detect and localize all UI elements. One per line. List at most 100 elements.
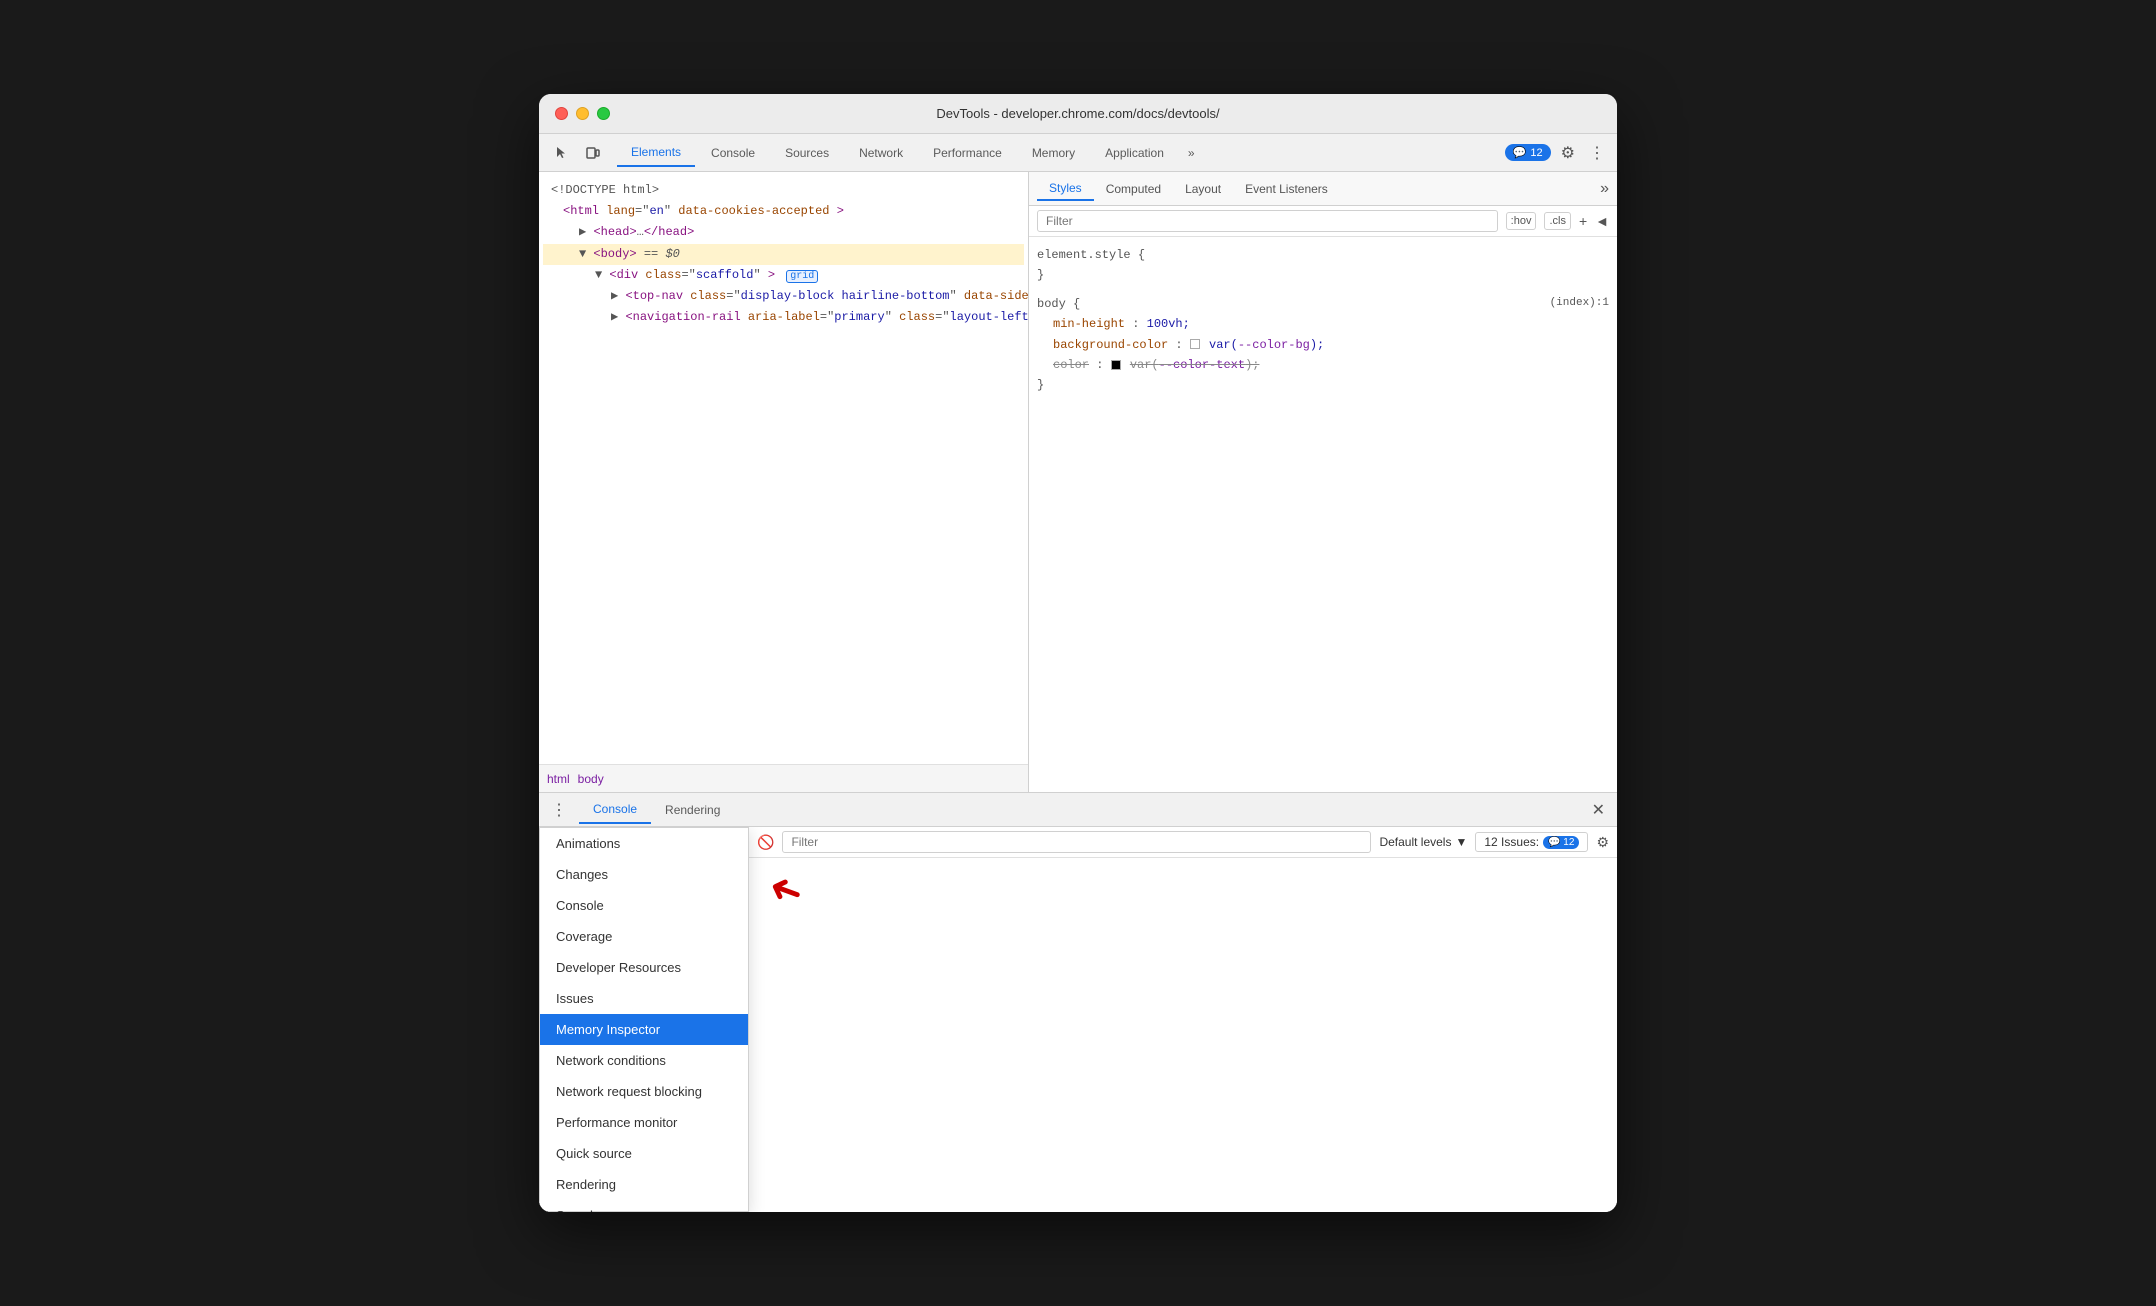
minimize-button[interactable] [576,107,589,120]
console-toolbar: 🚫 Default levels ▼ 12 Issues: 💬 12 ⚙ [749,827,1617,858]
main-content: <!DOCTYPE html> <html lang="en" data-coo… [539,172,1617,792]
color-swatch[interactable] [1111,360,1121,370]
style-prop-color[interactable]: color : var(--color-text); [1053,355,1609,375]
title-bar: DevTools - developer.chrome.com/docs/dev… [539,94,1617,134]
close-bottom-panel-button[interactable]: ✕ [1588,796,1609,824]
styles-panel: Styles Computed Layout Event Listeners »… [1029,172,1617,792]
styles-filter-input[interactable] [1037,210,1498,232]
tab-elements[interactable]: Elements [617,139,695,167]
tab-event-listeners[interactable]: Event Listeners [1233,178,1340,200]
more-tabs-button[interactable]: » [1180,140,1203,166]
breadcrumb-html[interactable]: html [547,772,570,786]
styles-more-tabs-icon[interactable]: » [1600,180,1609,198]
menu-item-search[interactable]: Search [540,1200,748,1212]
style-rule-element: element.style { } [1037,245,1609,286]
dom-tree: <!DOCTYPE html> <html lang="en" data-coo… [539,172,1028,764]
devtools-window: DevTools - developer.chrome.com/docs/dev… [539,94,1617,1212]
tab-sources[interactable]: Sources [771,140,843,166]
dom-panel: <!DOCTYPE html> <html lang="en" data-coo… [539,172,1029,792]
close-button[interactable] [555,107,568,120]
menu-item-issues[interactable]: Issues [540,983,748,1014]
levels-chevron-icon: ▼ [1455,835,1467,849]
breadcrumb-body[interactable]: body [578,772,604,786]
levels-label: Default levels [1379,835,1451,849]
bottom-tab-bar: ⋮ Console Rendering ✕ [539,793,1617,827]
console-filter-input[interactable] [782,831,1371,853]
add-style-button[interactable]: + [1579,213,1587,229]
top-right-actions: 💬 12 ⚙ ⋮ [1505,139,1609,167]
styles-toolbar: :hov .cls + ◄ [1029,206,1617,237]
dom-line-div[interactable]: ▼ <div class="scaffold" > grid [543,265,1024,286]
tab-layout[interactable]: Layout [1173,178,1233,200]
console-clear-icon[interactable]: 🚫 [757,834,774,851]
tab-performance[interactable]: Performance [919,140,1016,166]
cursor-icon[interactable] [547,139,575,167]
dom-line-nav[interactable]: ▶ <navigation-rail aria-label="primary" … [543,307,1024,328]
menu-item-animations[interactable]: Animations [540,828,748,859]
maximize-button[interactable] [597,107,610,120]
body-selector: body { [1037,294,1080,314]
default-levels-button[interactable]: Default levels ▼ [1379,835,1467,849]
tab-network[interactable]: Network [845,140,917,166]
menu-item-quick-source[interactable]: Quick source [540,1138,748,1169]
grid-badge[interactable]: grid [786,270,818,283]
style-rule-body: body { (index):1 min-height : 100vh; bac… [1037,294,1609,396]
menu-item-memory-inspector[interactable]: Memory Inspector [540,1014,748,1045]
bottom-panel: ⋮ Console Rendering ✕ Animations Changes… [539,792,1617,1212]
style-prop-bgcolor[interactable]: background-color : var(--color-bg); [1053,335,1609,355]
dom-line-topnav[interactable]: ▶ <top-nav class="display-block hairline… [543,286,1024,307]
top-tab-bar: Elements Console Sources Network Perform… [539,134,1617,172]
styles-tabs: Styles Computed Layout Event Listeners » [1029,172,1617,206]
tab-styles[interactable]: Styles [1037,177,1094,201]
dom-line-html[interactable]: <html lang="en" data-cookies-accepted > [543,201,1024,222]
menu-item-console[interactable]: Console [540,890,748,921]
dom-line-head[interactable]: ▶ <head>…</head> [543,222,1024,243]
tab-icons [547,139,607,167]
devtools-container: Elements Console Sources Network Perform… [539,134,1617,1212]
menu-item-network-conditions[interactable]: Network conditions [540,1045,748,1076]
navigate-style-button[interactable]: ◄ [1595,213,1609,229]
menu-item-changes[interactable]: Changes [540,859,748,890]
drawer-dropdown-menu: Animations Changes Console Coverage Deve… [539,827,749,1212]
menu-item-developer-resources[interactable]: Developer Resources [540,952,748,983]
settings-icon[interactable]: ⚙ [1557,139,1579,167]
style-closing: } [1037,265,1609,285]
menu-item-performance-monitor[interactable]: Performance monitor [540,1107,748,1138]
menu-item-rendering[interactable]: Rendering [540,1169,748,1200]
bottom-content: Animations Changes Console Coverage Deve… [539,827,1617,1212]
tab-computed[interactable]: Computed [1094,178,1173,200]
issues-count-icon: 💬 12 [1543,836,1579,849]
bgcolor-swatch[interactable] [1190,339,1200,349]
body-closing: } [1037,375,1609,395]
traffic-lights [555,107,610,120]
bottom-panel-menu-icon[interactable]: ⋮ [547,798,571,822]
console-settings-icon[interactable]: ⚙ [1596,834,1609,851]
tab-application[interactable]: Application [1091,140,1178,166]
dom-line-doctype: <!DOCTYPE html> [543,180,1024,201]
issues-count-badge[interactable]: 12 Issues: 💬 12 [1475,832,1588,852]
style-selector: element.style { [1037,245,1609,265]
menu-item-coverage[interactable]: Coverage [540,921,748,952]
bottom-tab-console[interactable]: Console [579,796,651,824]
dom-line-body[interactable]: ▼ <body> == $0 [543,244,1024,265]
console-area: 🚫 Default levels ▼ 12 Issues: 💬 12 ⚙ [749,827,1617,1212]
issues-count: 12 [1530,147,1542,159]
arrow-indicator: ➜ [769,868,803,914]
hov-button[interactable]: :hov [1506,212,1537,230]
window-title: DevTools - developer.chrome.com/docs/dev… [936,106,1219,121]
issues-badge[interactable]: 💬 12 [1505,144,1551,161]
bottom-tab-rendering[interactable]: Rendering [651,797,734,823]
cls-button[interactable]: .cls [1544,212,1571,230]
tab-console[interactable]: Console [697,140,769,166]
more-options-icon[interactable]: ⋮ [1585,139,1609,167]
red-arrow-icon: ➜ [762,864,809,919]
style-source[interactable]: (index):1 [1550,294,1609,314]
menu-item-network-request-blocking[interactable]: Network request blocking [540,1076,748,1107]
style-prop-minheight[interactable]: min-height : 100vh; [1053,314,1609,334]
issues-icon: 💬 [1513,146,1527,159]
console-content-area: ➜ [749,858,1617,1212]
device-icon[interactable] [579,139,607,167]
tab-memory[interactable]: Memory [1018,140,1089,166]
styles-content: element.style { } body { (index):1 min-h… [1029,237,1617,792]
breadcrumb: html body [539,764,1028,792]
